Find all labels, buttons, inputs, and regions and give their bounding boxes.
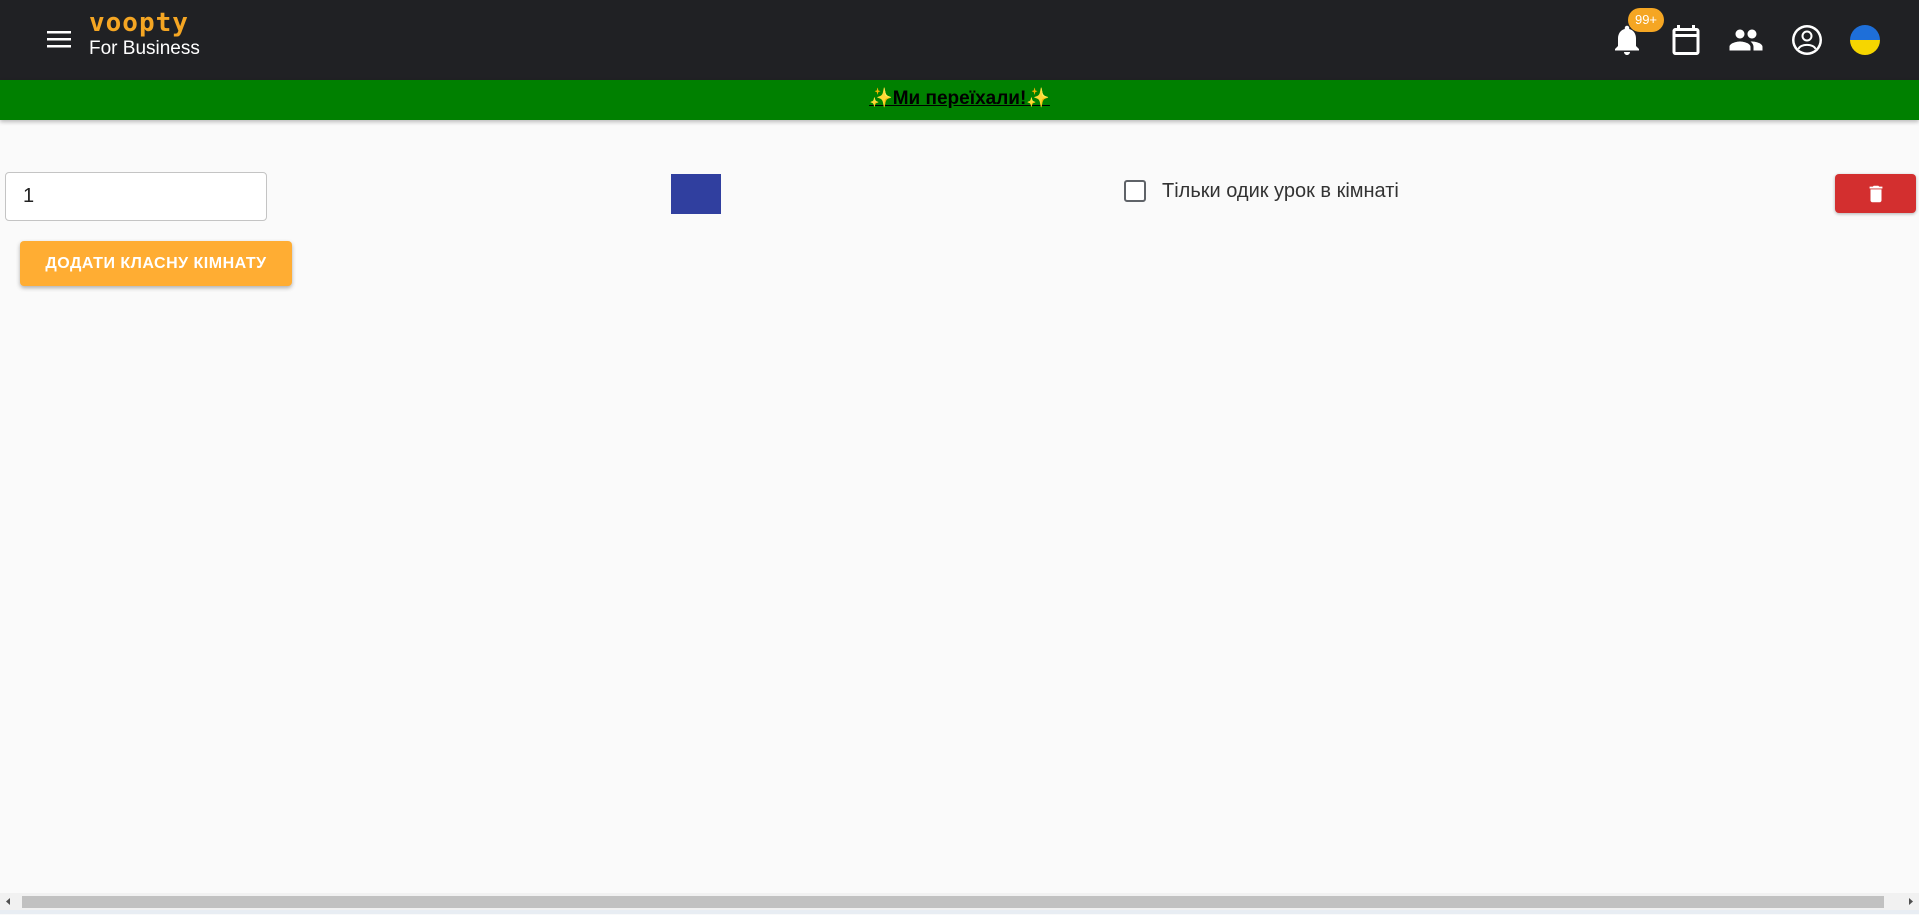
brand-subtitle: For Business — [89, 38, 200, 59]
menu-icon — [47, 31, 71, 48]
language-button[interactable] — [1847, 22, 1883, 58]
account-circle-icon — [1792, 25, 1822, 55]
single-lesson-checkbox[interactable] — [1124, 180, 1146, 202]
people-button[interactable] — [1728, 22, 1764, 58]
announcement-link[interactable]: ✨Ми переїхали!✨ — [869, 87, 1050, 111]
calendar-icon — [1672, 25, 1700, 55]
arrow-right-icon — [1909, 898, 1913, 905]
menu-button[interactable] — [44, 26, 74, 52]
account-button[interactable] — [1789, 22, 1825, 58]
arrow-left-icon — [6, 898, 10, 905]
window-bottom-edge — [0, 910, 1919, 914]
scroll-left-arrow[interactable] — [0, 893, 17, 910]
top-app-bar: voopty For Business 99+ — [0, 0, 1919, 80]
room-color-swatch[interactable] — [671, 174, 721, 214]
calendar-button[interactable] — [1668, 22, 1704, 58]
single-lesson-label: Тільки одик урок в кімнаті — [1162, 179, 1399, 202]
delete-room-button[interactable] — [1835, 174, 1916, 213]
brand-logo[interactable]: voopty For Business — [89, 8, 200, 60]
scroll-right-arrow[interactable] — [1902, 893, 1919, 910]
people-icon — [1729, 29, 1763, 51]
ukraine-flag-icon — [1850, 25, 1880, 55]
announcement-banner: ✨Ми переїхали!✨ — [0, 80, 1919, 120]
brand-name: voopty — [89, 8, 189, 38]
single-lesson-checkbox-row[interactable]: Тільки одик урок в кімнаті — [1124, 178, 1399, 204]
add-classroom-button[interactable]: ДОДАТИ КЛАСНУ КІМНАТУ — [20, 241, 292, 286]
notifications-badge: 99+ — [1628, 8, 1664, 32]
trash-icon — [1869, 185, 1882, 202]
horizontal-scrollbar[interactable] — [0, 893, 1919, 910]
room-name-input[interactable] — [5, 172, 267, 221]
scrollbar-thumb[interactable] — [22, 896, 1884, 908]
